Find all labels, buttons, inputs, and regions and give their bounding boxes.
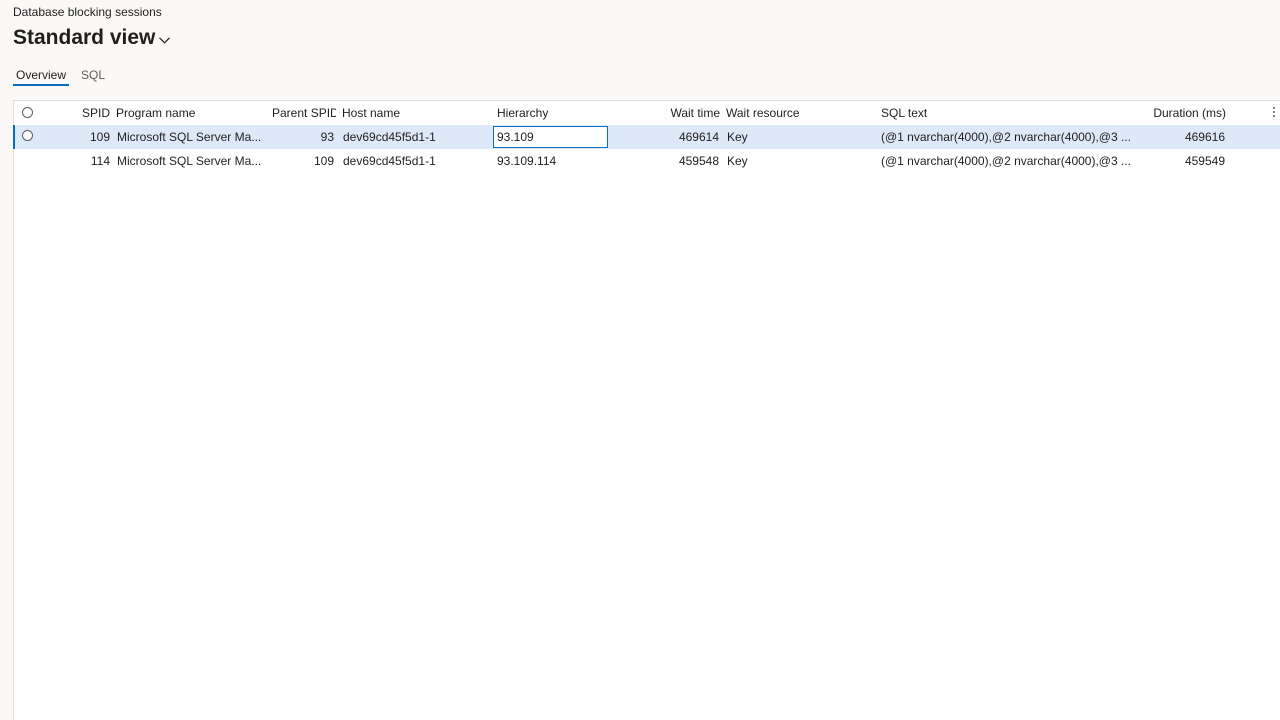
column-header-sql-text[interactable]: SQL text xyxy=(881,101,1141,125)
table-row[interactable]: 114 Microsoft SQL Server Ma... 109 dev69… xyxy=(14,149,1280,173)
cell-wait-resource: Key xyxy=(727,130,748,144)
table-row[interactable]: 109 Microsoft SQL Server Ma... 93 dev69c… xyxy=(13,125,1280,149)
cell-duration: 459549 xyxy=(1184,154,1225,168)
page: Database blocking sessions Standard view… xyxy=(0,0,1280,720)
cell-program-name: Microsoft SQL Server Ma... xyxy=(117,130,262,144)
column-header-hierarchy[interactable]: Hierarchy xyxy=(497,101,607,125)
cell-program-name: Microsoft SQL Server Ma... xyxy=(117,154,262,168)
cell-wait-time: 469614 xyxy=(678,130,719,144)
select-all-radio[interactable] xyxy=(22,107,33,118)
cell-hierarchy: 93.109.114 xyxy=(497,154,557,168)
column-header-spid[interactable]: SPID xyxy=(76,101,110,125)
column-header-program-name[interactable]: Program name xyxy=(116,101,266,125)
hierarchy-edit-field[interactable]: 93.109 xyxy=(493,126,608,148)
cell-spid: 109 xyxy=(89,130,110,144)
data-grid: SPID Program name Parent SPID Host name … xyxy=(13,100,1280,720)
view-selector[interactable]: Standard view xyxy=(13,26,171,50)
cell-spid: 114 xyxy=(90,154,110,168)
cell-parent-spid: 93 xyxy=(320,130,334,144)
cell-parent-spid: 109 xyxy=(313,154,334,168)
column-header-host-name[interactable]: Host name xyxy=(342,101,482,125)
column-header-wait-resource[interactable]: Wait resource xyxy=(726,101,866,125)
tab-bar: Overview SQL xyxy=(13,66,117,90)
column-header-wait-time[interactable]: Wait time xyxy=(654,101,720,125)
chevron-down-icon xyxy=(159,31,171,49)
cell-host-name: dev69cd45f5d1-1 xyxy=(343,154,436,168)
cell-sql-text: (@1 nvarchar(4000),@2 nvarchar(4000),@3 … xyxy=(881,154,1131,168)
more-vertical-icon[interactable] xyxy=(1272,107,1276,119)
tab-overview[interactable]: Overview xyxy=(13,66,70,90)
page-title: Standard view xyxy=(13,26,156,49)
cell-sql-text: (@1 nvarchar(4000),@2 nvarchar(4000),@3 … xyxy=(881,130,1131,144)
cell-host-name: dev69cd45f5d1-1 xyxy=(343,130,436,144)
column-header-parent-spid[interactable]: Parent SPID xyxy=(272,101,336,125)
cell-wait-resource: Key xyxy=(727,154,748,168)
cell-duration: 469616 xyxy=(1184,130,1225,144)
cell-wait-time: 459548 xyxy=(678,154,719,168)
row-select-radio[interactable] xyxy=(22,130,33,141)
column-header-duration[interactable]: Duration (ms) xyxy=(1144,101,1226,125)
grid-header: SPID Program name Parent SPID Host name … xyxy=(14,101,1280,126)
tab-sql[interactable]: SQL xyxy=(78,66,108,90)
page-caption: Database blocking sessions xyxy=(13,5,162,19)
